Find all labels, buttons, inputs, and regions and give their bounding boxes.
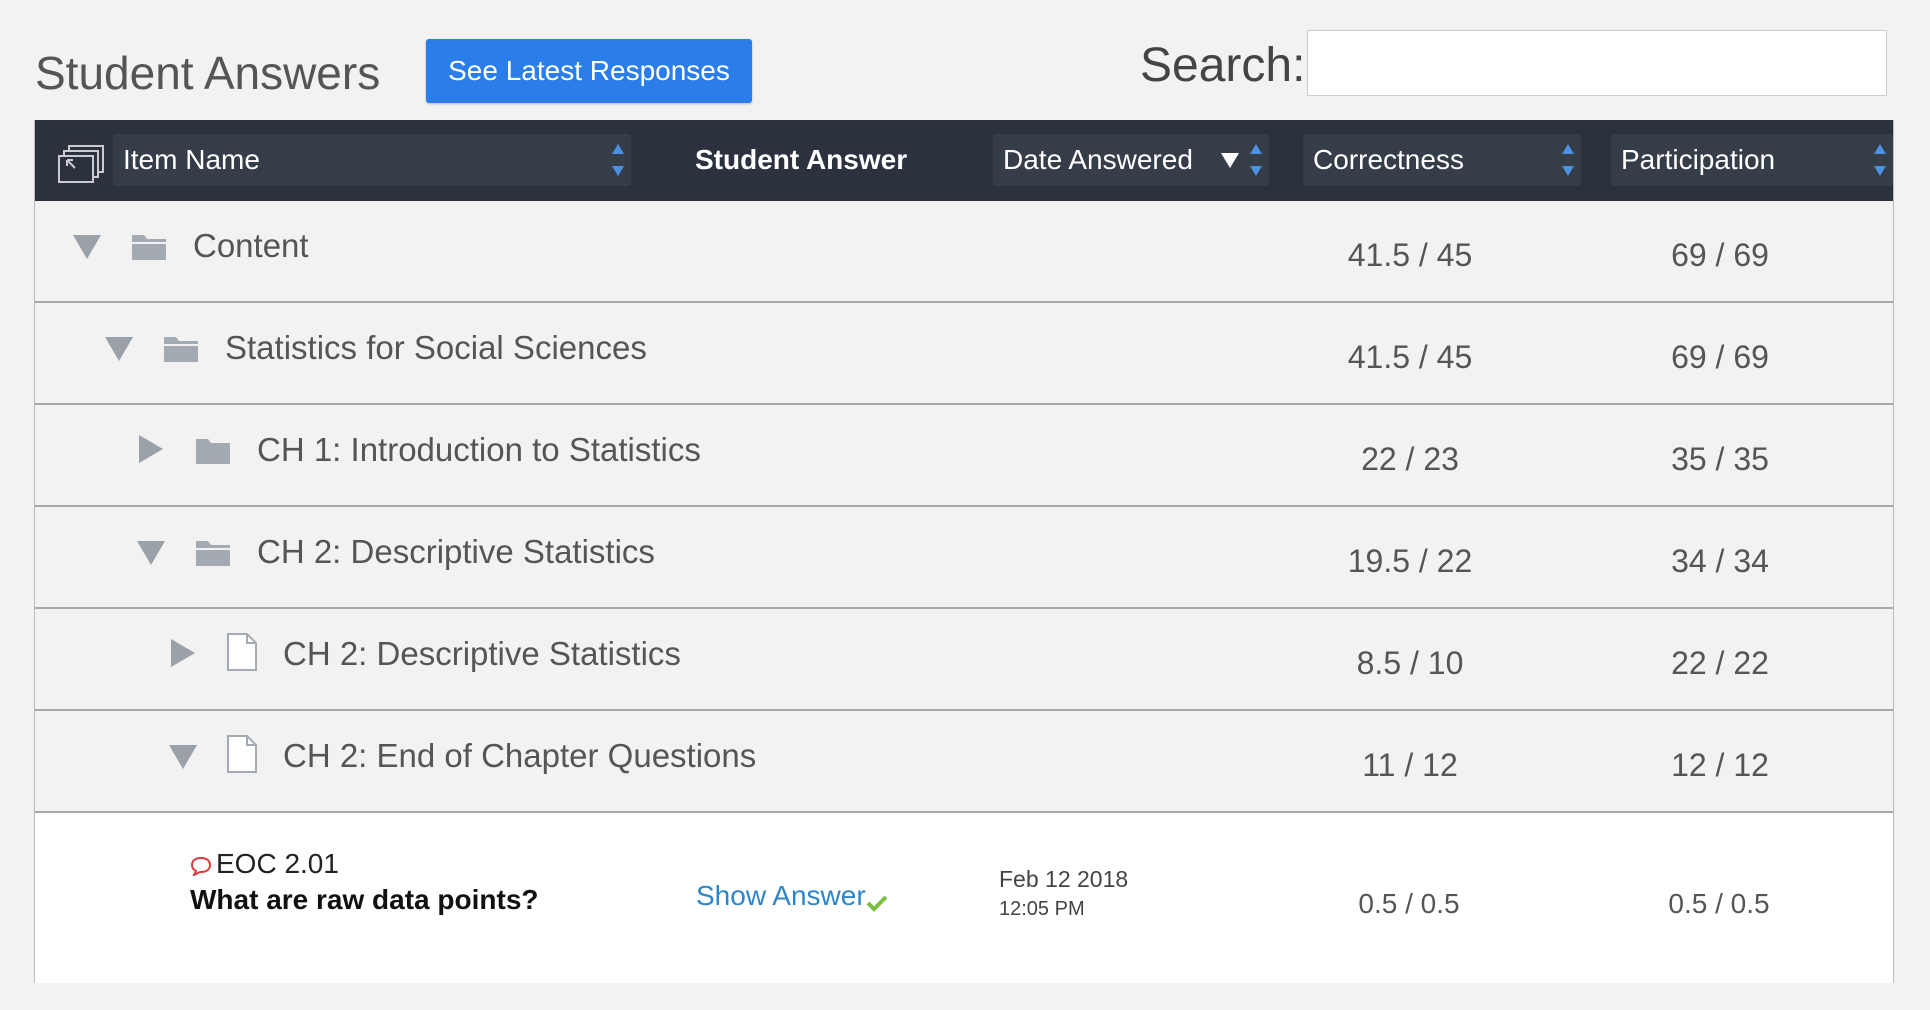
expand-icon[interactable]: [171, 639, 195, 667]
check-icon: [866, 895, 888, 912]
table-row[interactable]: CH 1: Introduction to Statistics 22 / 23…: [35, 405, 1893, 507]
sort-arrows-icon[interactable]: [1873, 142, 1887, 178]
row-name: Statistics for Social Sciences: [225, 329, 647, 366]
see-latest-responses-button[interactable]: See Latest Responses: [426, 39, 752, 103]
column-item-name-label: Item Name: [123, 144, 260, 175]
row-participation: 34 / 34: [1671, 543, 1769, 579]
collapse-icon[interactable]: [137, 541, 165, 565]
row-name: CH 2: Descriptive Statistics: [257, 533, 655, 570]
collapse-all-icon[interactable]: [57, 144, 107, 184]
row-name: CH 2: End of Chapter Questions: [283, 737, 757, 774]
collapse-icon[interactable]: [169, 745, 197, 769]
table-row[interactable]: CH 2: Descriptive Statistics 8.5 / 10 22…: [35, 609, 1893, 711]
folder-icon: [196, 439, 230, 464]
column-participation[interactable]: Participation: [1611, 134, 1893, 186]
column-date-answered[interactable]: Date Answered: [993, 134, 1269, 186]
column-item-name[interactable]: Item Name: [113, 134, 631, 186]
answer-date: Feb 12 2018: [999, 866, 1129, 892]
document-icon: [227, 633, 257, 671]
folder-open-icon: [164, 337, 198, 362]
collapse-icon[interactable]: [73, 235, 101, 259]
row-correctness: 41.5 / 45: [1347, 237, 1473, 273]
row-name: CH 2: Descriptive Statistics: [283, 635, 681, 672]
column-student-answer: Student Answer: [695, 144, 908, 175]
table-row[interactable]: Statistics for Social Sciences 41.5 / 45…: [35, 303, 1893, 405]
row-correctness: 11 / 12: [1362, 747, 1458, 783]
row-correctness: 22 / 23: [1361, 441, 1459, 477]
comment-icon[interactable]: [190, 856, 212, 876]
answer-item-label: EOC 2.01: [216, 848, 339, 879]
row-participation: 35 / 35: [1671, 441, 1769, 477]
table-row[interactable]: CH 2: Descriptive Statistics 19.5 / 22 3…: [35, 507, 1893, 609]
search-input[interactable]: [1307, 30, 1887, 96]
page-title: Student Answers: [35, 47, 381, 99]
folder-open-icon: [132, 235, 166, 260]
column-correctness[interactable]: Correctness: [1303, 134, 1581, 186]
collapse-icon[interactable]: [105, 337, 133, 361]
row-participation: 69 / 69: [1671, 339, 1769, 375]
show-answer-link[interactable]: Show Answer: [696, 880, 866, 912]
answer-correctness: 0.5 / 0.5: [1358, 888, 1460, 919]
row-name: Content: [193, 227, 309, 264]
row-participation: 69 / 69: [1671, 237, 1769, 273]
sort-arrows-icon[interactable]: [611, 142, 625, 178]
row-participation: 12 / 12: [1671, 747, 1769, 783]
sort-descending-icon: [1221, 153, 1239, 168]
search-label: Search:: [1140, 39, 1306, 92]
column-correctness-label: Correctness: [1313, 144, 1464, 175]
answer-participation: 0.5 / 0.5: [1668, 888, 1770, 919]
column-participation-label: Participation: [1621, 144, 1776, 175]
row-name: CH 1: Introduction to Statistics: [257, 431, 701, 468]
row-participation: 22 / 22: [1671, 645, 1769, 681]
answer-time: 12:05 PM: [999, 898, 1085, 920]
document-icon: [227, 735, 257, 773]
row-correctness: 41.5 / 45: [1347, 339, 1473, 375]
answer-question: What are raw data points?: [190, 884, 539, 915]
sort-arrows-icon[interactable]: [1249, 142, 1263, 178]
column-date-answered-label: Date Answered: [1003, 144, 1193, 175]
sort-arrows-icon[interactable]: [1561, 142, 1575, 178]
row-correctness: 19.5 / 22: [1347, 543, 1473, 579]
folder-open-icon: [196, 541, 230, 566]
expand-icon[interactable]: [139, 435, 163, 463]
row-correctness: 8.5 / 10: [1356, 645, 1464, 681]
table-row[interactable]: Content 41.5 / 45 69 / 69: [35, 201, 1893, 303]
table-row[interactable]: CH 2: End of Chapter Questions 11 / 12 1…: [35, 711, 1893, 813]
table-header: Item Name Student Answer Date Answered C…: [35, 120, 1893, 201]
